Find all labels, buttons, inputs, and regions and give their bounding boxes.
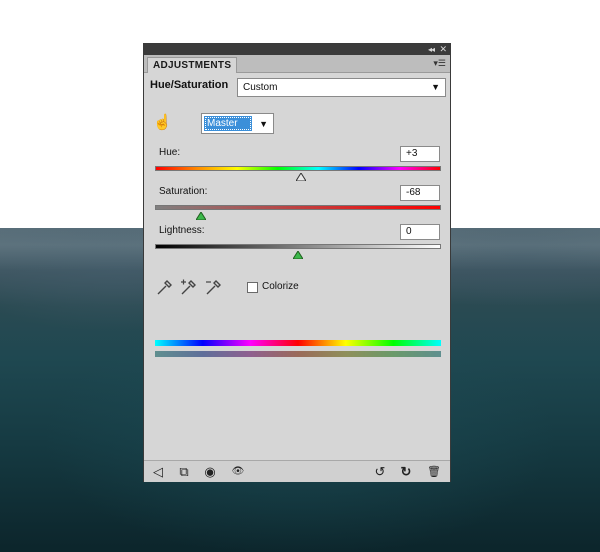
view-previous-state-icon[interactable]: ↺ [372, 464, 388, 480]
input-color-bar [155, 340, 441, 346]
back-arrow-icon[interactable]: ◁ [150, 464, 166, 480]
hue-value-input[interactable]: +3 [400, 146, 440, 162]
clip-to-layer-icon[interactable]: ⧉ [176, 464, 192, 480]
preset-value: Custom [243, 82, 278, 93]
hue-slider-track[interactable] [155, 166, 441, 171]
hue-label: Hue: [159, 147, 181, 158]
tab-adjustments[interactable]: ADJUSTMENTS [147, 57, 238, 73]
lightness-label: Lightness: [159, 225, 205, 236]
panel-titlebar[interactable]: ◂◂ ✕ [144, 44, 450, 55]
reset-icon[interactable]: ↻ [398, 464, 414, 480]
saturation-slider-thumb[interactable] [195, 212, 206, 220]
eyedropper-icon[interactable] [155, 279, 173, 297]
adjustment-title: Hue/Saturation [150, 79, 229, 91]
trash-icon[interactable]: 🗑 [426, 464, 442, 480]
lightness-slider-thumb[interactable] [293, 251, 303, 259]
chevron-down-icon: ▼ [259, 119, 268, 129]
eye-icon[interactable]: 👁 [230, 464, 246, 480]
saturation-slider-track[interactable] [155, 205, 441, 210]
lightness-slider-track[interactable] [155, 244, 441, 249]
colorize-label: Colorize [262, 281, 299, 292]
targeted-adjustment-hand-icon[interactable]: ☝ [153, 114, 172, 132]
adjustments-panel: ◂◂ ✕ ADJUSTMENTS ▾☰ Hue/Saturation Custo… [143, 43, 451, 482]
saturation-value-input[interactable]: -68 [400, 185, 440, 201]
channel-value: Master [204, 116, 252, 131]
eyedropper-plus-icon[interactable] [179, 279, 197, 297]
panel-bottom-toolbar: ◁ ⧉ ◉ 👁 ↺ ↻ 🗑 [144, 460, 450, 482]
tab-strip: ADJUSTMENTS ▾☰ [144, 55, 450, 73]
lightness-value-input[interactable]: 0 [400, 224, 440, 240]
output-color-bar [155, 351, 441, 357]
chevron-down-icon: ▼ [431, 82, 440, 92]
preset-dropdown[interactable]: Custom ▼ [237, 78, 446, 97]
saturation-label: Saturation: [159, 186, 208, 197]
hue-slider-thumb[interactable] [295, 173, 306, 181]
collapse-icon[interactable]: ◂◂ [428, 44, 435, 55]
toggle-visibility-icon[interactable]: ◉ [202, 464, 218, 480]
close-icon[interactable]: ✕ [439, 44, 447, 55]
channel-dropdown[interactable]: Master ▼ [201, 113, 274, 134]
eyedropper-minus-icon[interactable] [204, 279, 222, 297]
panel-menu-icon[interactable]: ▾☰ [433, 59, 446, 68]
colorize-checkbox[interactable] [247, 282, 258, 293]
